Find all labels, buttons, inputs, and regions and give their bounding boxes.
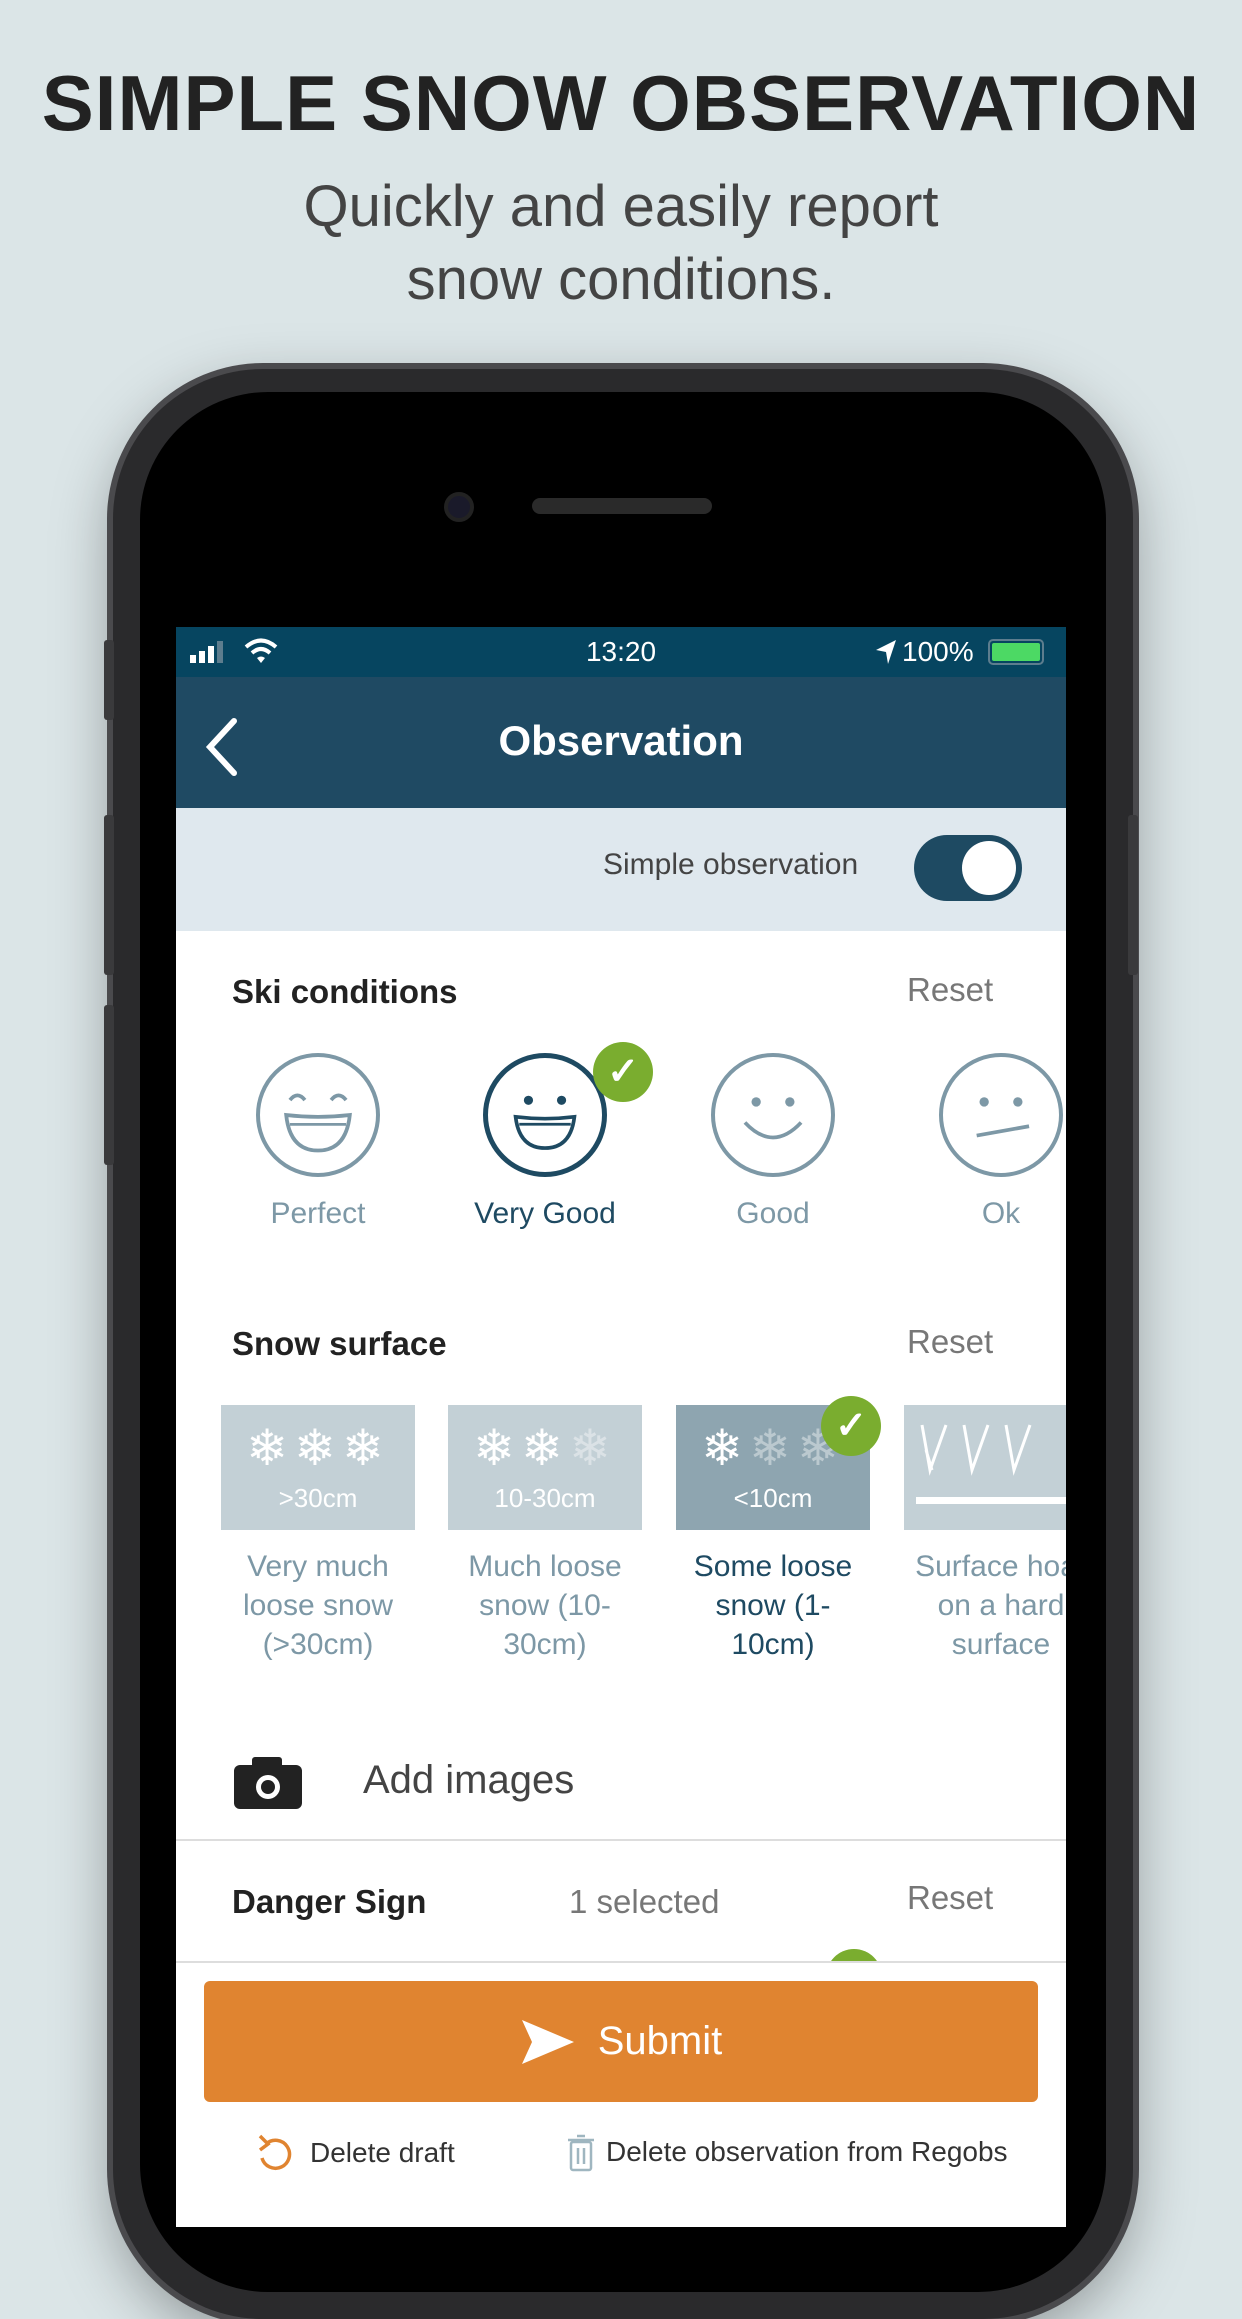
camera-icon — [234, 1757, 302, 1809]
face-option-very-good[interactable] — [483, 1053, 607, 1182]
status-bar: 13:20 100% — [176, 627, 1066, 677]
neutral-face-icon — [939, 1053, 1063, 1177]
mute-switch — [104, 640, 114, 720]
delete-observation-label: Delete observation from Regobs — [606, 2136, 1008, 2167]
simple-observation-toggle[interactable] — [914, 835, 1022, 901]
laughing-face-icon — [256, 1053, 380, 1177]
danger-sign-title: Danger Sign — [232, 1883, 427, 1920]
submit-label: Submit — [597, 2019, 723, 2063]
subtitle-line: Quickly and easily report — [303, 174, 939, 239]
snow-option-description: Some loose snow (1- 10cm) — [693, 1550, 853, 1661]
speaker-grille — [532, 498, 712, 514]
face-option-good[interactable] — [711, 1053, 835, 1182]
submit-button[interactable]: Submit — [204, 1981, 1038, 2102]
app-screen: 13:20 100% Observation Simple observatio… — [176, 627, 1066, 2227]
headline-subtitle: Quickly and easily report snow condition… — [0, 170, 1242, 316]
location-arrow-icon — [876, 640, 896, 664]
face-label: Perfect — [270, 1197, 366, 1230]
undo-icon — [258, 2134, 292, 2171]
face-label: Good — [736, 1197, 810, 1230]
snow-surface-title: Snow surface — [232, 1325, 447, 1362]
camera-icon — [444, 492, 474, 522]
battery-icon — [988, 639, 1044, 665]
power-button — [1128, 815, 1138, 975]
snow-surface-reset[interactable]: Reset — [907, 1323, 993, 1361]
danger-sign-reset[interactable]: Reset — [907, 1879, 993, 1917]
simple-observation-bar: Simple observation — [176, 808, 1066, 931]
danger-sign-count: 1 selected — [569, 1883, 720, 1920]
trash-icon — [568, 2134, 594, 2172]
face-label: Very Good — [474, 1197, 616, 1230]
tile-label: <10cm — [733, 1483, 813, 1513]
snow-option-description: Much loose snow (10- 30cm) — [468, 1550, 622, 1661]
delete-draft-label: Delete draft — [310, 2137, 455, 2168]
snow-tile-much[interactable]: ❄❄❄ 10-30cm — [448, 1405, 642, 1530]
face-option-perfect[interactable] — [256, 1053, 380, 1182]
tile-label: 10-30cm — [494, 1483, 596, 1513]
battery-percent: 100% — [902, 636, 974, 667]
selected-check-icon: ✓ — [593, 1042, 653, 1102]
send-icon — [521, 2019, 574, 2064]
grinning-face-icon — [483, 1053, 607, 1177]
selected-check-icon: ✓ — [821, 1396, 881, 1456]
snow-option-description: Very much loose snow (>30cm) — [242, 1550, 394, 1661]
add-images-row[interactable]: Add images — [234, 1752, 1066, 1812]
page-title: Observation — [498, 717, 744, 764]
snow-tile-surface-hoar[interactable] — [904, 1405, 1066, 1530]
smiling-face-icon — [711, 1053, 835, 1177]
tile-label: >30cm — [278, 1483, 358, 1513]
face-label: Ok — [981, 1197, 1021, 1230]
volume-up-button — [104, 815, 114, 975]
snowflake-icons: ❄❄❄ — [473, 1420, 617, 1476]
snowflake-icons: ❄❄❄ — [246, 1420, 390, 1476]
ski-conditions-reset[interactable]: Reset — [907, 971, 993, 1009]
delete-draft-link[interactable]: Delete draft — [256, 2132, 455, 2174]
snow-option-description: Surface hoaron a hardsurface — [915, 1550, 1066, 1661]
simple-observation-label: Simple observation — [603, 848, 859, 881]
add-images-label: Add images — [363, 1758, 575, 1802]
surface-hoar-icon — [916, 1424, 1066, 1504]
delete-observation-link[interactable]: Delete observation from Regobs — [566, 2132, 1008, 2172]
subtitle-line: snow conditions. — [406, 247, 836, 312]
face-option-ok[interactable] — [939, 1053, 1063, 1182]
volume-down-button — [104, 1005, 114, 1165]
divider — [176, 1839, 1066, 1841]
ski-conditions-title: Ski conditions — [232, 973, 458, 1010]
headline-title: SIMPLE SNOW OBSERVATION — [41, 59, 1201, 147]
nav-bar: Observation — [176, 677, 1066, 808]
snow-tile-very-much[interactable]: ❄❄❄ >30cm — [221, 1405, 415, 1530]
